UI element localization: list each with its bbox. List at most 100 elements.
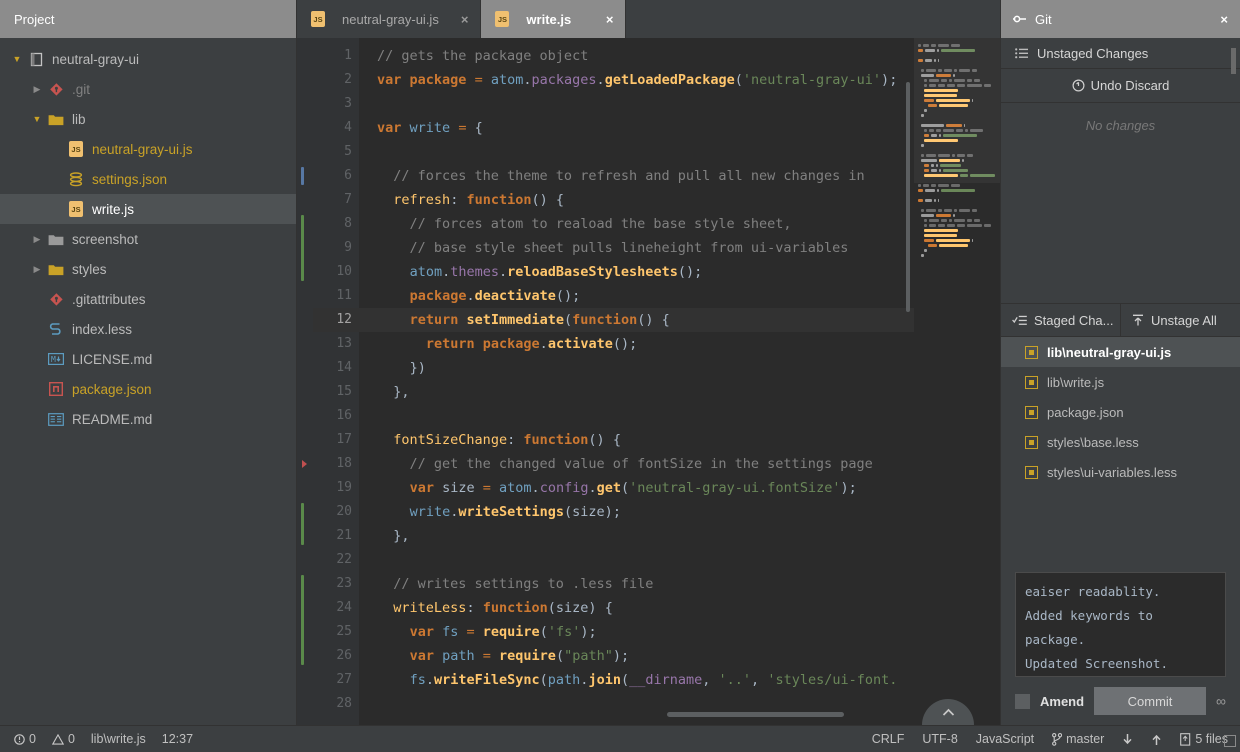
- code-content[interactable]: // gets the package object var package = …: [359, 38, 1000, 725]
- tab-close-icon[interactable]: ×: [592, 12, 614, 27]
- staged-file-row[interactable]: styles\ui-variables.less: [1001, 457, 1240, 487]
- editor-horizontal-scrollbar[interactable]: [667, 712, 900, 717]
- code-line[interactable]: // forces atom to reaload the base style…: [359, 212, 1000, 236]
- status-bar: 0 0 lib\write.js 12:37 CRLF UTF-8 JavaSc…: [0, 725, 1240, 752]
- code-line[interactable]: var write = {: [359, 116, 1000, 140]
- tree-item-license-md[interactable]: ▶ M LICENSE.md: [0, 344, 296, 374]
- code-line[interactable]: writeLess: function(size) {: [359, 596, 1000, 620]
- minimap-token: [923, 184, 930, 187]
- commit-button[interactable]: Commit: [1094, 687, 1207, 715]
- code-line[interactable]: return setImmediate(function() {: [359, 308, 1000, 332]
- code-line[interactable]: write.writeSettings(size);: [359, 500, 1000, 524]
- infinity-icon[interactable]: ∞: [1216, 693, 1226, 709]
- code-editor[interactable]: 1 2 3 4 5 6 7 8 9 10 11 12 13 14 15 16 17 18 19 20 21 22 23 24 2…: [297, 38, 1000, 725]
- code-line[interactable]: },: [359, 380, 1000, 404]
- tree-item-package-json[interactable]: ▶ package.json: [0, 374, 296, 404]
- staged-file-row[interactable]: lib\neutral-gray-ui.js: [1001, 337, 1240, 367]
- minimap-token: [924, 229, 959, 232]
- line-number: 20: [336, 504, 352, 519]
- code-line[interactable]: atom.themes.reloadBaseStylesheets();: [359, 260, 1000, 284]
- tab-close-icon[interactable]: ×: [447, 12, 469, 27]
- code-line[interactable]: var fs = require('fs');: [359, 620, 1000, 644]
- tree-item-neutral-gray-ui-js[interactable]: ▶JS neutral-gray-ui.js: [0, 134, 296, 164]
- code-line[interactable]: refresh: function() {: [359, 188, 1000, 212]
- git-panel-close-icon[interactable]: ×: [1220, 12, 1228, 27]
- files-changed-status[interactable]: 5 files: [1180, 732, 1228, 746]
- chevron-down-icon[interactable]: ▼: [28, 114, 46, 124]
- tree-item-index-less[interactable]: ▶ index.less: [0, 314, 296, 344]
- code-line[interactable]: },: [359, 524, 1000, 548]
- code-line[interactable]: // base style sheet pulls lineheight fro…: [359, 236, 1000, 260]
- tree-item-lib[interactable]: ▼ lib: [0, 104, 296, 134]
- git-push-button[interactable]: [1151, 733, 1162, 746]
- chevron-down-icon[interactable]: ▼: [8, 54, 26, 64]
- git-icon: [46, 81, 66, 97]
- tab-neutral-gray-ui-js[interactable]: JS neutral-gray-ui.js ×: [297, 0, 482, 38]
- minimap-token: [947, 224, 956, 227]
- unstage-all-button[interactable]: Unstage All: [1120, 304, 1240, 336]
- tab-label: neutral-gray-ui.js: [342, 11, 439, 27]
- git-pull-button[interactable]: [1122, 733, 1133, 746]
- code-line[interactable]: var path = require("path");: [359, 644, 1000, 668]
- staged-files-list[interactable]: lib\neutral-gray-ui.js lib\write.js packag…: [1001, 337, 1240, 487]
- chevron-right-icon[interactable]: ▶: [28, 264, 46, 275]
- amend-checkbox[interactable]: [1015, 693, 1030, 709]
- tree-item-write-js[interactable]: ▶JS write.js: [0, 194, 296, 224]
- language-selector[interactable]: JavaScript: [976, 732, 1034, 746]
- code-line[interactable]: [359, 92, 1000, 116]
- code-line[interactable]: // forces the theme to refresh and pull …: [359, 164, 1000, 188]
- warning-count[interactable]: 0: [51, 732, 75, 746]
- code-line[interactable]: [359, 140, 1000, 164]
- tab-write-js[interactable]: JS write.js ×: [481, 0, 627, 38]
- commit-message-input[interactable]: eaiser readablity. Added keywords to pac…: [1015, 572, 1226, 677]
- line-ending-selector[interactable]: CRLF: [872, 732, 905, 746]
- minimap-line: [914, 259, 1000, 263]
- minimap-viewport[interactable]: [914, 38, 1000, 183]
- tree-item--gitattributes[interactable]: ▶ .gitattributes: [0, 284, 296, 314]
- minimap-token: [966, 219, 972, 222]
- minimap-line: [914, 224, 1000, 228]
- editor-tab-bar[interactable]: JS neutral-gray-ui.js × JS write.js ×: [297, 0, 1000, 38]
- project-file-tree[interactable]: ▼neutral-gray-ui▶.git▼lib▶JSneutral-gray…: [0, 38, 296, 725]
- editor-vertical-scrollbar[interactable]: [906, 82, 910, 312]
- code-line[interactable]: var package = atom.packages.getLoadedPac…: [359, 68, 1000, 92]
- git-panel-spacer: [1001, 487, 1240, 562]
- tree-item-neutral-gray-ui[interactable]: ▼ neutral-gray-ui: [0, 44, 296, 74]
- code-line[interactable]: // get the changed value of fontSize in …: [359, 452, 1000, 476]
- fold-marker-icon[interactable]: [302, 460, 307, 468]
- staged-file-row[interactable]: package.json: [1001, 397, 1240, 427]
- code-line[interactable]: var size = atom.config.get('neutral-gray…: [359, 476, 1000, 500]
- staged-file-row[interactable]: lib\write.js: [1001, 367, 1240, 397]
- code-line[interactable]: fs.writeFileSync(path.join(__dirname, '.…: [359, 668, 1000, 692]
- git-branch-status[interactable]: master: [1052, 732, 1104, 746]
- error-count[interactable]: 0: [14, 732, 36, 746]
- tree-item-styles[interactable]: ▶ styles: [0, 254, 296, 284]
- no-chevron: ▶: [48, 204, 66, 215]
- code-line[interactable]: }): [359, 356, 1000, 380]
- cursor-position[interactable]: 12:37: [162, 732, 193, 746]
- commit-message-scrollbar[interactable]: [1231, 48, 1236, 74]
- tree-item-readme-md[interactable]: ▶ README.md: [0, 404, 296, 434]
- tree-item-label: README.md: [72, 411, 153, 427]
- staged-changes-header[interactable]: Staged Cha...: [1001, 304, 1120, 336]
- encoding-selector[interactable]: UTF-8: [922, 732, 957, 746]
- chevron-right-icon[interactable]: ▶: [28, 84, 46, 95]
- code-line[interactable]: [359, 404, 1000, 428]
- code-line[interactable]: // gets the package object: [359, 44, 1000, 68]
- unstaged-changes-header[interactable]: Unstaged Changes: [1001, 38, 1240, 69]
- tree-item-screenshot[interactable]: ▶ screenshot: [0, 224, 296, 254]
- tree-item-settings-json[interactable]: ▶ settings.json: [0, 164, 296, 194]
- tree-item--git[interactable]: ▶ .git: [0, 74, 296, 104]
- staged-file-row[interactable]: styles\base.less: [1001, 427, 1240, 457]
- project-panel-title: Project: [0, 0, 296, 38]
- undo-discard-button[interactable]: Undo Discard: [1001, 69, 1240, 103]
- chevron-right-icon[interactable]: ▶: [28, 234, 46, 245]
- current-file-path[interactable]: lib\write.js: [91, 732, 146, 746]
- code-line[interactable]: package.deactivate();: [359, 284, 1000, 308]
- editor-minimap[interactable]: [914, 38, 1000, 725]
- code-line[interactable]: return package.activate();: [359, 332, 1000, 356]
- code-line[interactable]: [359, 548, 1000, 572]
- code-line[interactable]: fontSizeChange: function() {: [359, 428, 1000, 452]
- horizontal-scrollbar-thumb[interactable]: [667, 712, 845, 717]
- code-line[interactable]: // writes settings to .less file: [359, 572, 1000, 596]
